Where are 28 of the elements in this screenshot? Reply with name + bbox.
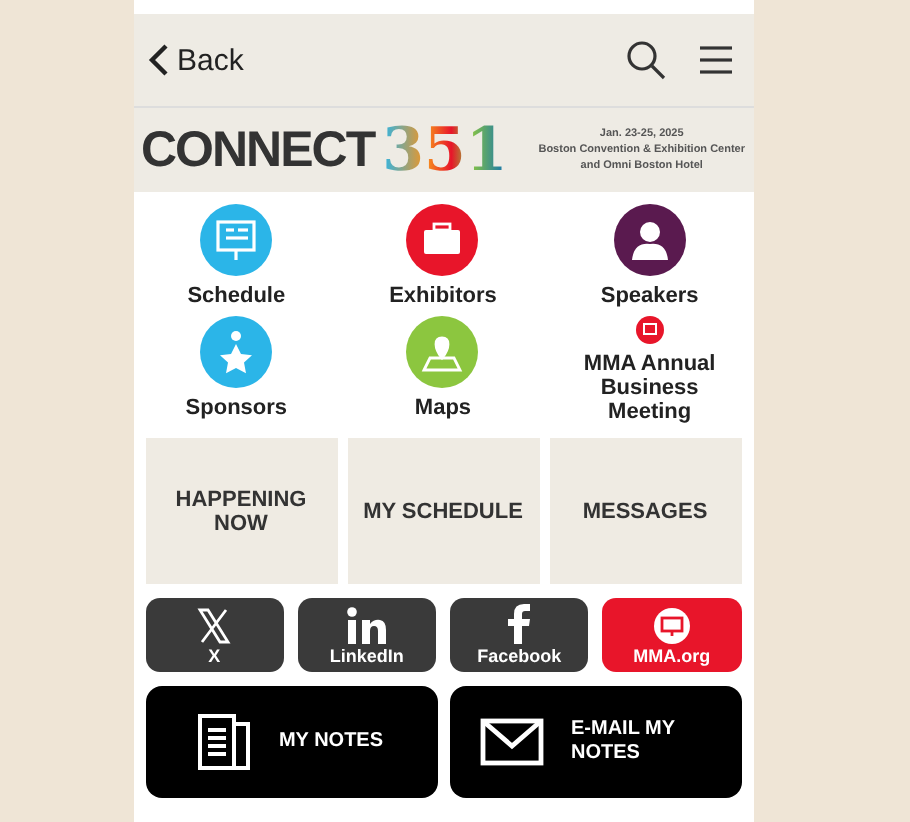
menu-item[interactable]: Maps	[406, 316, 479, 424]
search-button[interactable]	[625, 40, 665, 80]
monitor-icon	[653, 608, 690, 644]
menu-item[interactable]: Schedule	[187, 204, 286, 308]
social-button[interactable]: X	[145, 598, 284, 672]
tile-button[interactable]: MY SCHEDULE	[347, 438, 539, 584]
menu-item[interactable]: Speakers	[600, 204, 699, 308]
facebook-logo-icon	[507, 604, 532, 644]
menu-button[interactable]	[697, 44, 733, 76]
social-button[interactable]: LinkedIn	[297, 598, 436, 672]
envelope-icon	[479, 718, 543, 766]
chevron-left-icon	[145, 44, 169, 76]
linkedin-logo-icon	[346, 606, 387, 644]
menu-item[interactable]: Exhibitors	[389, 204, 497, 308]
tile-button[interactable]: HAPPENING NOW	[145, 438, 337, 584]
logo-word: CONNECT	[141, 121, 375, 179]
notes-icon	[198, 714, 251, 770]
tile-button[interactable]: MESSAGES	[549, 438, 741, 584]
menu-item[interactable]: Sponsors	[185, 316, 288, 424]
x-logo-icon	[196, 608, 233, 644]
action-label: MY NOTES	[278, 730, 384, 754]
action-button[interactable]: MY NOTES	[145, 686, 437, 798]
action-label: E-MAIL MY NOTES	[571, 718, 677, 766]
back-button[interactable]: Back	[145, 43, 244, 77]
social-button[interactable]: MMA.org	[602, 598, 741, 672]
menu-item[interactable]: MMA Annual Business Meeting	[563, 316, 736, 424]
social-button[interactable]: Facebook	[450, 598, 589, 672]
action-button[interactable]: E-MAIL MY NOTES	[449, 686, 741, 798]
